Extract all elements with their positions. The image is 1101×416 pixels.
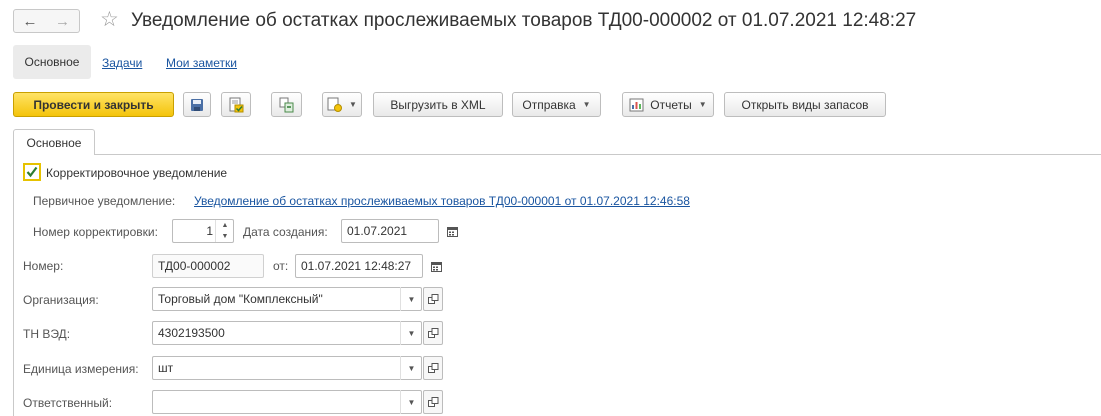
export-xml-button[interactable]: Выгрузить в XML bbox=[373, 92, 503, 117]
tnved-value: 4302193500 bbox=[158, 326, 225, 340]
tnved-field[interactable]: 4302193500 bbox=[152, 321, 422, 345]
save-button[interactable] bbox=[183, 92, 211, 117]
responsible-open-button[interactable] bbox=[423, 390, 443, 414]
tab-main[interactable]: Основное bbox=[13, 129, 95, 155]
unit-field[interactable]: шт bbox=[152, 356, 422, 380]
number-field[interactable]: ТД00-000002 bbox=[152, 254, 264, 278]
chevron-down-icon: ▼ bbox=[698, 100, 707, 109]
nav-tab-main[interactable]: Основное bbox=[13, 45, 91, 79]
related-documents-button[interactable] bbox=[271, 92, 302, 117]
chevron-down-icon: ▼ bbox=[407, 328, 416, 338]
chevron-down-icon: ▼ bbox=[582, 100, 591, 109]
open-form-icon bbox=[427, 362, 438, 373]
chevron-up-icon[interactable]: ▲ bbox=[222, 222, 229, 229]
from-date-value: 01.07.2021 12:48:27 bbox=[301, 259, 412, 273]
responsible-label: Ответственный: bbox=[23, 396, 113, 410]
nav-tab-notes[interactable]: Мои заметки bbox=[166, 56, 237, 70]
correction-number-value: 1 bbox=[206, 224, 213, 238]
tnved-open-button[interactable] bbox=[423, 321, 443, 345]
organization-label: Организация: bbox=[23, 293, 99, 307]
organization-value: Торговый дом "Комплексный" bbox=[158, 292, 323, 306]
create-based-on-icon bbox=[327, 97, 343, 112]
chevron-down-icon: ▼ bbox=[407, 397, 416, 407]
back-button[interactable]: ← bbox=[13, 9, 47, 33]
window-title: Уведомление об остатках прослеживаемых т… bbox=[131, 10, 917, 31]
number-value: ТД00-000002 bbox=[158, 259, 231, 273]
calendar-button[interactable] bbox=[441, 219, 463, 243]
organization-open-button[interactable] bbox=[423, 287, 443, 311]
unit-label: Единица измерения: bbox=[23, 362, 139, 376]
post-and-close-button[interactable]: Провести и закрыть bbox=[13, 92, 174, 117]
organization-dropdown[interactable]: ▼ bbox=[400, 287, 422, 311]
chevron-down-icon: ▼ bbox=[407, 294, 416, 304]
report-icon bbox=[629, 98, 644, 111]
post-button[interactable] bbox=[221, 92, 251, 117]
tab-border bbox=[13, 154, 14, 416]
from-label: от: bbox=[273, 259, 289, 273]
reports-button[interactable]: Отчеты ▼ bbox=[622, 92, 714, 117]
arrow-right-icon: → bbox=[55, 12, 70, 30]
arrow-left-icon: ← bbox=[22, 12, 38, 30]
open-form-icon bbox=[427, 327, 438, 338]
reports-label: Отчеты bbox=[650, 97, 692, 112]
tab-divider bbox=[13, 154, 1101, 155]
send-button[interactable]: Отправка ▼ bbox=[512, 92, 601, 117]
forward-button[interactable]: → bbox=[46, 9, 80, 33]
chevron-down-icon: ▼ bbox=[349, 100, 357, 109]
created-date-value: 01.07.2021 bbox=[347, 224, 408, 238]
open-stock-types-button[interactable]: Открыть виды запасов bbox=[724, 92, 886, 117]
tnved-label: ТН ВЭД: bbox=[23, 327, 71, 341]
tnved-dropdown[interactable]: ▼ bbox=[400, 321, 422, 345]
nav-tab-tasks[interactable]: Задачи bbox=[102, 56, 142, 70]
open-form-icon bbox=[427, 293, 438, 304]
corrective-label[interactable]: Корректировочное уведомление bbox=[46, 166, 227, 180]
calendar-icon bbox=[446, 226, 458, 237]
open-form-icon bbox=[427, 396, 438, 407]
created-date-label: Дата создания: bbox=[243, 225, 328, 239]
unit-open-button[interactable] bbox=[423, 356, 443, 380]
responsible-field[interactable] bbox=[152, 390, 422, 414]
organization-field[interactable]: Торговый дом "Комплексный" bbox=[152, 287, 422, 311]
primary-notification-link[interactable]: Уведомление об остатках прослеживаемых т… bbox=[194, 194, 690, 208]
chevron-down-icon[interactable]: ▼ bbox=[222, 233, 229, 240]
calendar-icon bbox=[430, 261, 442, 272]
send-label: Отправка bbox=[522, 97, 576, 112]
post-document-icon bbox=[229, 97, 244, 112]
corrective-checkbox[interactable] bbox=[23, 163, 41, 181]
correction-number-label: Номер корректировки: bbox=[33, 225, 158, 239]
created-date-field[interactable]: 01.07.2021 bbox=[341, 219, 439, 243]
floppy-disk-icon bbox=[191, 98, 203, 111]
checkmark-icon bbox=[26, 166, 38, 178]
unit-dropdown[interactable]: ▼ bbox=[400, 356, 422, 380]
primary-notification-label: Первичное уведомление: bbox=[33, 194, 176, 208]
chevron-down-icon: ▼ bbox=[407, 363, 416, 373]
correction-number-stepper[interactable]: ▲ ▼ bbox=[215, 220, 234, 242]
from-date-field[interactable]: 01.07.2021 12:48:27 bbox=[295, 254, 423, 278]
responsible-dropdown[interactable]: ▼ bbox=[400, 390, 422, 414]
create-based-on-button[interactable]: ▼ bbox=[322, 92, 362, 117]
number-label: Номер: bbox=[23, 259, 64, 273]
related-documents-icon bbox=[279, 97, 293, 112]
unit-value: шт bbox=[158, 361, 174, 375]
star-icon[interactable]: ☆ bbox=[100, 7, 119, 32]
from-calendar-button[interactable] bbox=[425, 254, 447, 278]
